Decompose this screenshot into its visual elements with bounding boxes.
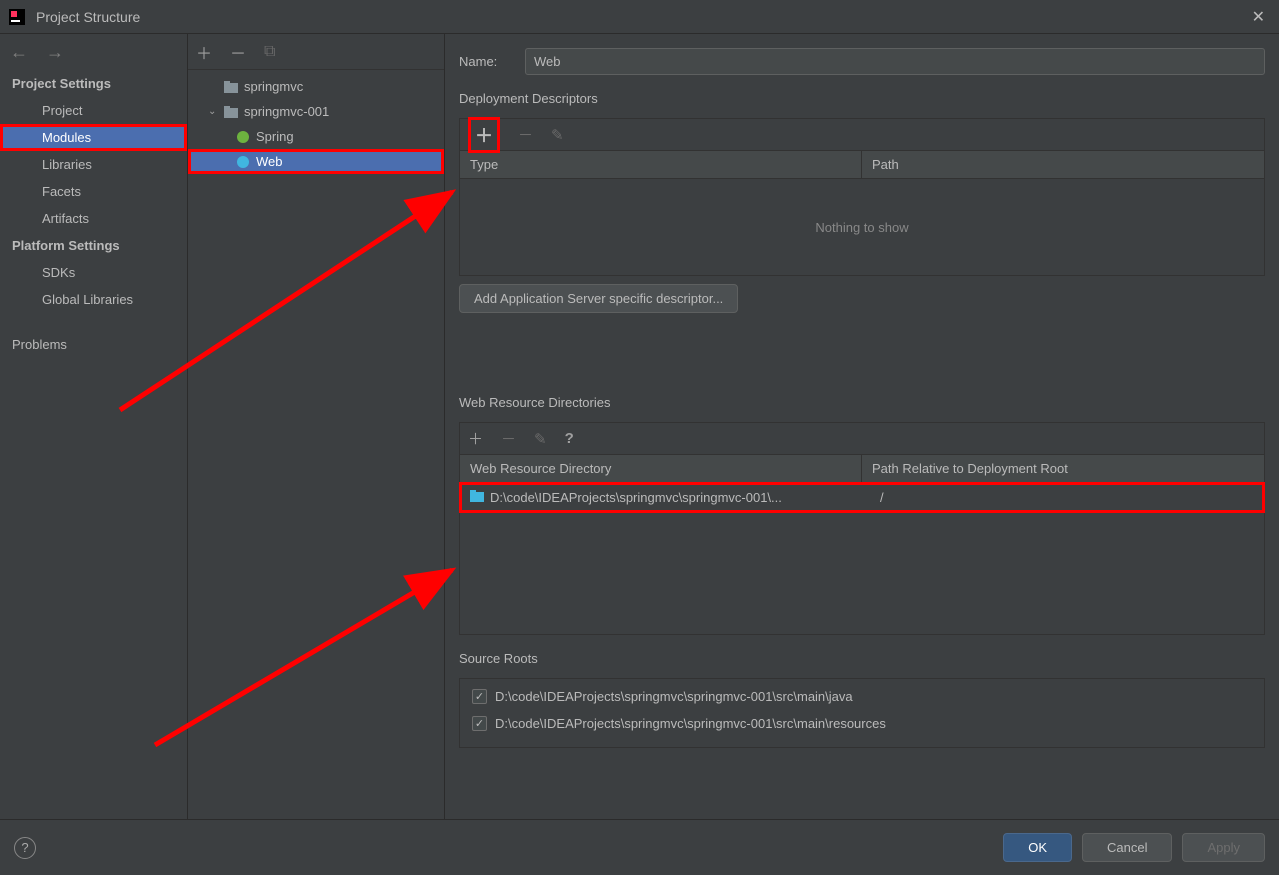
section-platform-settings: Platform Settings (0, 232, 187, 259)
source-roots-panel: ✓ D:\code\IDEAProjects\springmvc\springm… (459, 678, 1265, 748)
source-root-path: D:\code\IDEAProjects\springmvc\springmvc… (495, 716, 886, 731)
add-icon[interactable]: ＋ (196, 40, 212, 64)
remove-icon[interactable]: － (230, 40, 246, 64)
back-icon[interactable]: ← (10, 42, 28, 63)
tree-web-label: Web (256, 154, 283, 169)
window-title: Project Structure (36, 9, 1246, 25)
nav-modules[interactable]: Modules (0, 124, 187, 151)
tree-spring-label: Spring (256, 129, 294, 144)
dd-title: Deployment Descriptors (459, 91, 1265, 106)
nav-libraries[interactable]: Libraries (0, 151, 187, 178)
wrd-row-path: / (872, 490, 1254, 505)
remove-icon[interactable]: － (501, 428, 516, 449)
folder-icon (222, 106, 240, 118)
apply-button[interactable]: Apply (1182, 833, 1265, 862)
module-tree: springmvc ⌄ springmvc-001 Spring Web (188, 70, 444, 174)
module-tree-panel: ＋ － ⧉ springmvc ⌄ springmvc-001 Spring W… (188, 34, 445, 819)
section-project-settings: Project Settings (0, 70, 187, 97)
cancel-button[interactable]: Cancel (1082, 833, 1172, 862)
edit-icon[interactable]: ✎ (551, 126, 564, 144)
app-icon (8, 8, 26, 26)
name-row: Name: (459, 48, 1265, 75)
web-icon (234, 155, 252, 169)
nav-global-libraries[interactable]: Global Libraries (0, 286, 187, 313)
dd-panel: ＋ － ✎ Type Path Nothing to show Add Appl… (459, 118, 1265, 313)
name-input[interactable] (525, 48, 1265, 75)
dd-table-header: Type Path (459, 150, 1265, 178)
wrd-toolbar: ＋ － ✎ ? (459, 422, 1265, 454)
folder-icon (470, 490, 484, 505)
help-button[interactable]: ? (14, 837, 36, 859)
tree-toolbar: ＋ － ⧉ (188, 34, 444, 70)
nav-arrows: ← → (0, 34, 187, 70)
wrd-col1: Web Resource Directory (460, 455, 862, 482)
source-root-row[interactable]: ✓ D:\code\IDEAProjects\springmvc\springm… (460, 683, 1264, 710)
ok-button[interactable]: OK (1003, 833, 1072, 862)
nav-artifacts[interactable]: Artifacts (0, 205, 187, 232)
sidebar-left: ← → Project Settings Project Modules Lib… (0, 34, 188, 819)
sr-title: Source Roots (459, 651, 1265, 666)
tree-sub-label: springmvc-001 (244, 104, 329, 119)
nav-facets[interactable]: Facets (0, 178, 187, 205)
copy-icon[interactable]: ⧉ (264, 43, 275, 61)
nav-project[interactable]: Project (0, 97, 187, 124)
dd-col-type: Type (460, 151, 862, 178)
wrd-row-dir: D:\code\IDEAProjects\springmvc\springmvc… (490, 490, 782, 505)
dd-col-path: Path (862, 151, 1264, 178)
tree-root-label: springmvc (244, 79, 303, 94)
tree-web[interactable]: Web (188, 149, 444, 174)
wrd-table-body (459, 513, 1265, 635)
remove-icon[interactable]: － (518, 124, 533, 145)
content-panel: Name: Deployment Descriptors ＋ － ✎ Type … (445, 34, 1279, 819)
folder-icon (222, 81, 240, 93)
forward-icon[interactable]: → (46, 42, 64, 63)
main: ← → Project Settings Project Modules Lib… (0, 34, 1279, 819)
add-icon[interactable]: ＋ (468, 428, 483, 449)
wrd-panel: ＋ － ✎ ? Web Resource Directory Path Rela… (459, 422, 1265, 635)
help-icon[interactable]: ? (565, 430, 574, 447)
tree-spring[interactable]: Spring (188, 124, 444, 149)
dd-add-box: ＋ (468, 117, 500, 153)
wrd-row[interactable]: D:\code\IDEAProjects\springmvc\springmvc… (459, 482, 1265, 513)
edit-icon[interactable]: ✎ (534, 430, 547, 448)
tree-root[interactable]: springmvc (188, 74, 444, 99)
name-label: Name: (459, 54, 509, 69)
wrd-col2: Path Relative to Deployment Root (862, 455, 1264, 482)
titlebar: Project Structure ✕ (0, 0, 1279, 34)
checkbox-checked-icon[interactable]: ✓ (472, 689, 487, 704)
spring-icon (234, 130, 252, 144)
footer: ? OK Cancel Apply (0, 819, 1279, 875)
wrd-title: Web Resource Directories (459, 395, 1265, 410)
add-server-descriptor-button[interactable]: Add Application Server specific descript… (459, 284, 738, 313)
wrd-row-dir-cell: D:\code\IDEAProjects\springmvc\springmvc… (470, 490, 872, 505)
dd-toolbar: ＋ － ✎ (459, 118, 1265, 150)
wrd-table-header: Web Resource Directory Path Relative to … (459, 454, 1265, 482)
dd-empty: Nothing to show (459, 178, 1265, 276)
source-root-row[interactable]: ✓ D:\code\IDEAProjects\springmvc\springm… (460, 710, 1264, 737)
close-icon[interactable]: ✕ (1246, 3, 1271, 31)
dd-empty-text: Nothing to show (815, 220, 908, 235)
add-icon[interactable]: ＋ (475, 122, 493, 148)
source-root-path: D:\code\IDEAProjects\springmvc\springmvc… (495, 689, 853, 704)
tree-sub[interactable]: ⌄ springmvc-001 (188, 99, 444, 124)
checkbox-checked-icon[interactable]: ✓ (472, 716, 487, 731)
nav-sdks[interactable]: SDKs (0, 259, 187, 286)
nav-problems[interactable]: Problems (0, 331, 187, 358)
chevron-down-icon[interactable]: ⌄ (208, 106, 222, 117)
